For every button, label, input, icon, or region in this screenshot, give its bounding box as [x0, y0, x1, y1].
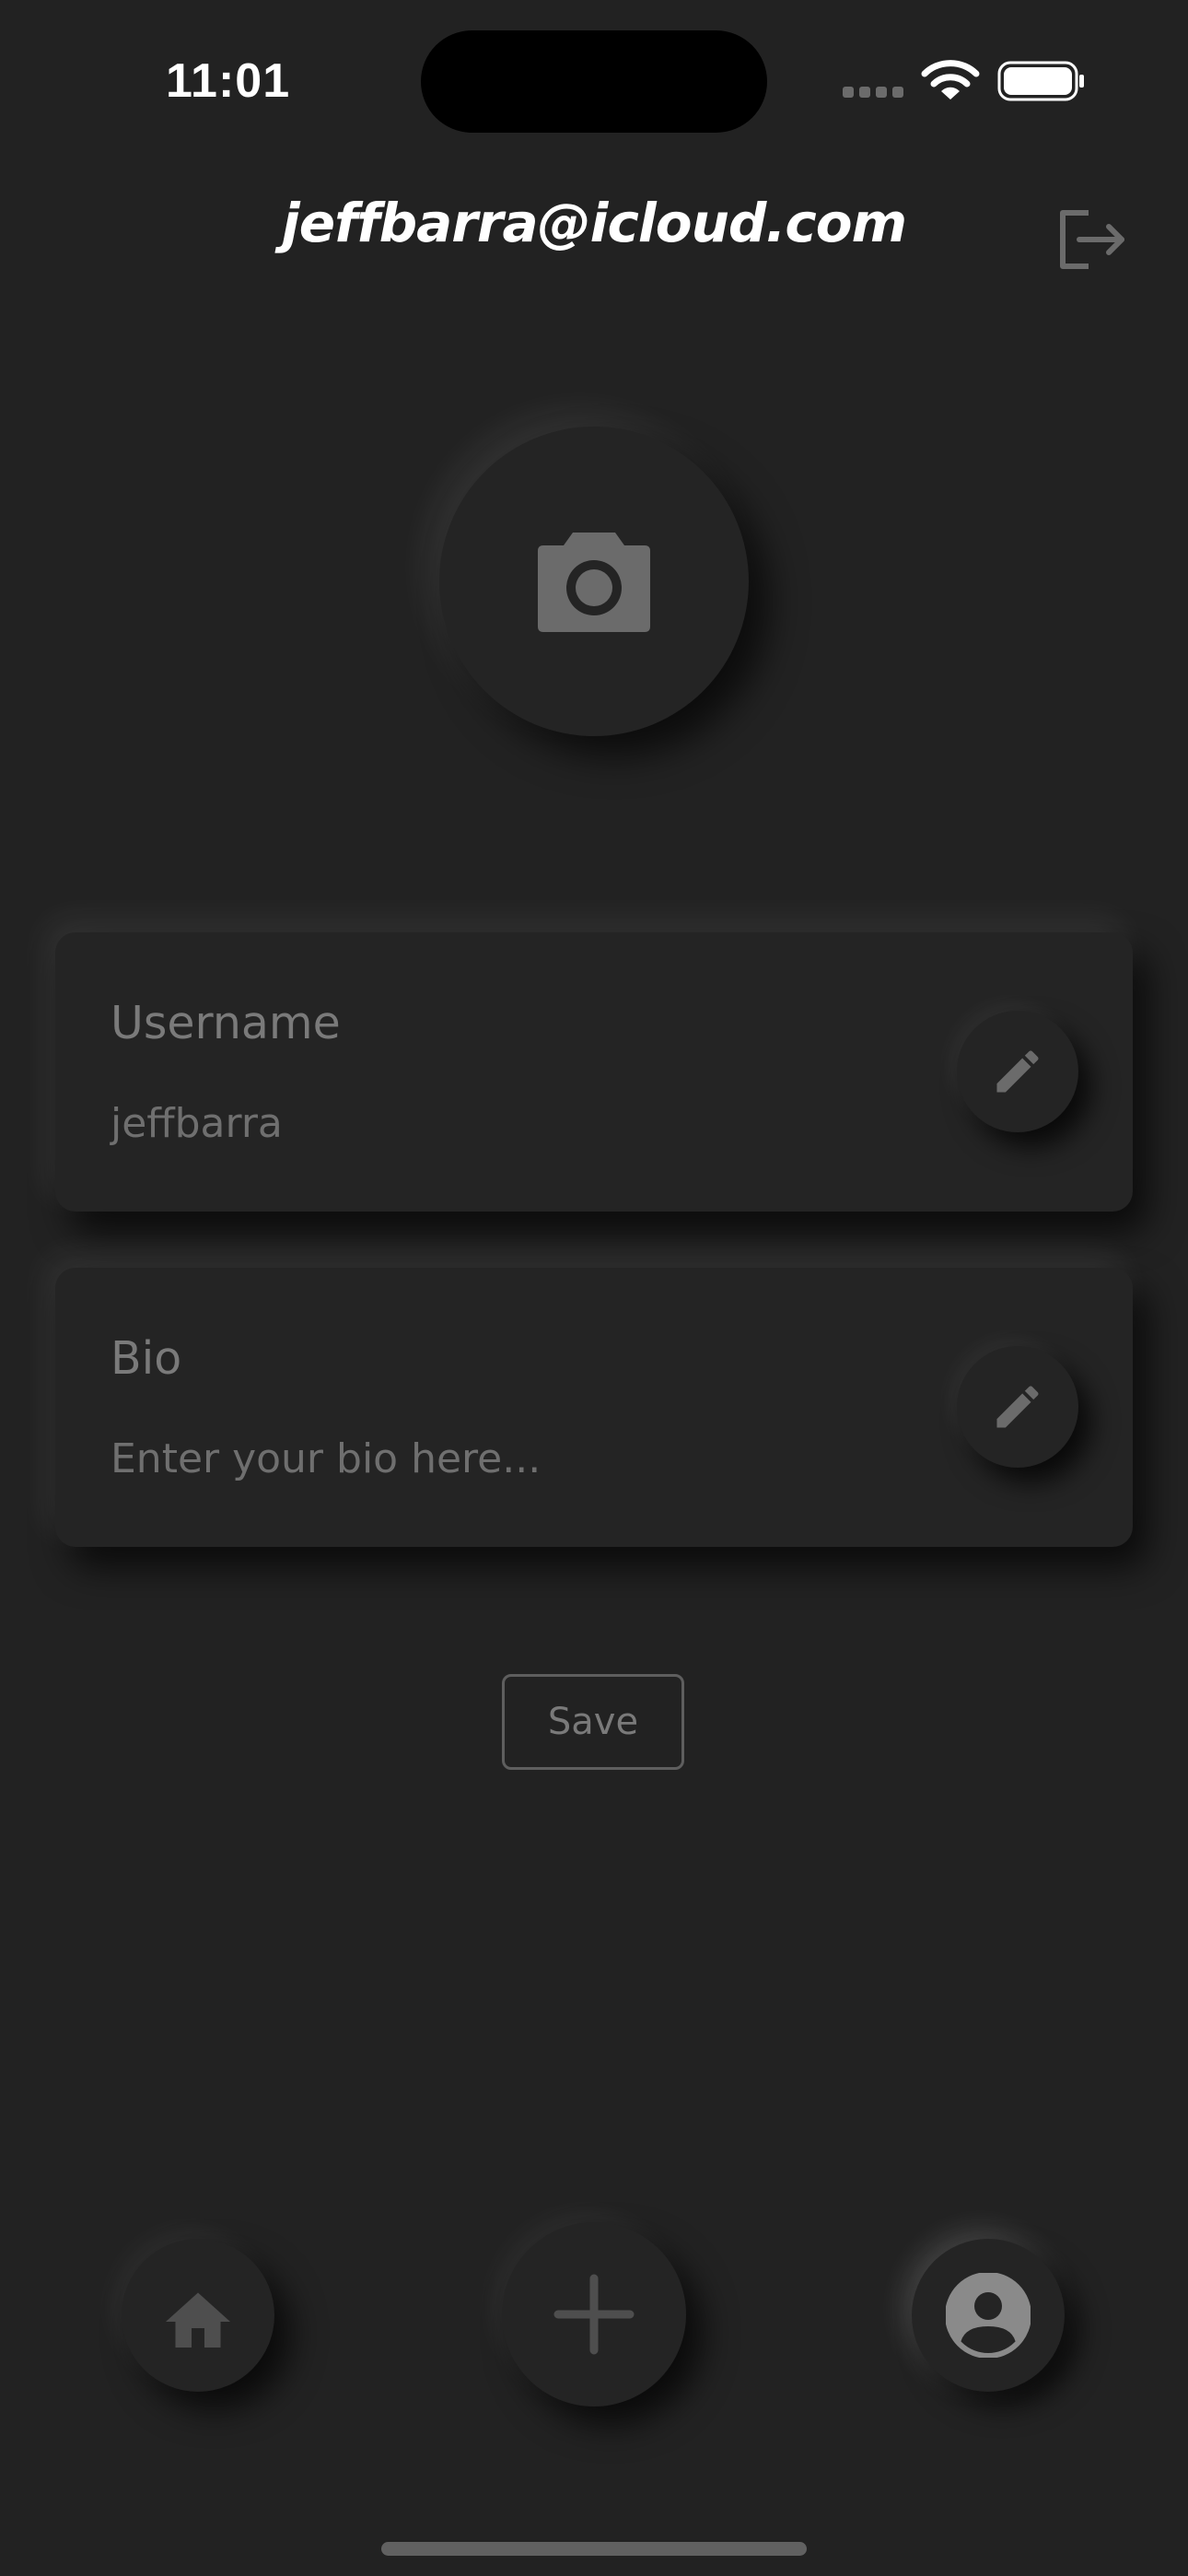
home-indicator — [381, 2542, 807, 2556]
account-circle-icon — [946, 2273, 1031, 2358]
edit-username-button[interactable] — [957, 1011, 1078, 1132]
dynamic-island — [421, 30, 767, 133]
pencil-icon — [996, 1050, 1039, 1093]
wifi-icon — [921, 60, 980, 100]
plus-icon — [553, 2274, 635, 2355]
username-card: Username jeffbarra — [55, 932, 1133, 1212]
bio-field[interactable]: Enter your bio here... — [111, 1435, 541, 1482]
status-time: 11:01 — [166, 54, 291, 108]
logout-button[interactable] — [1050, 203, 1133, 276]
bio-card: Bio Enter your bio here... — [55, 1268, 1133, 1547]
nav-home-button[interactable] — [122, 2239, 274, 2392]
nav-add-button[interactable] — [502, 2222, 686, 2406]
camera-icon — [538, 533, 650, 632]
username-label: Username — [111, 997, 341, 1049]
save-button[interactable]: Save — [502, 1674, 684, 1770]
page-title: jeffbarra@icloud.com — [281, 192, 907, 254]
edit-bio-button[interactable] — [957, 1346, 1078, 1468]
battery-icon — [997, 61, 1084, 101]
logout-icon — [1060, 210, 1124, 269]
nav-profile-button[interactable] — [912, 2239, 1065, 2392]
pencil-icon — [996, 1386, 1039, 1428]
home-icon — [166, 2292, 230, 2348]
cellular-signal-icon — [843, 87, 905, 98]
username-value: jeffbarra — [111, 1100, 283, 1147]
avatar-upload-button[interactable] — [439, 427, 749, 736]
bio-label: Bio — [111, 1332, 182, 1385]
